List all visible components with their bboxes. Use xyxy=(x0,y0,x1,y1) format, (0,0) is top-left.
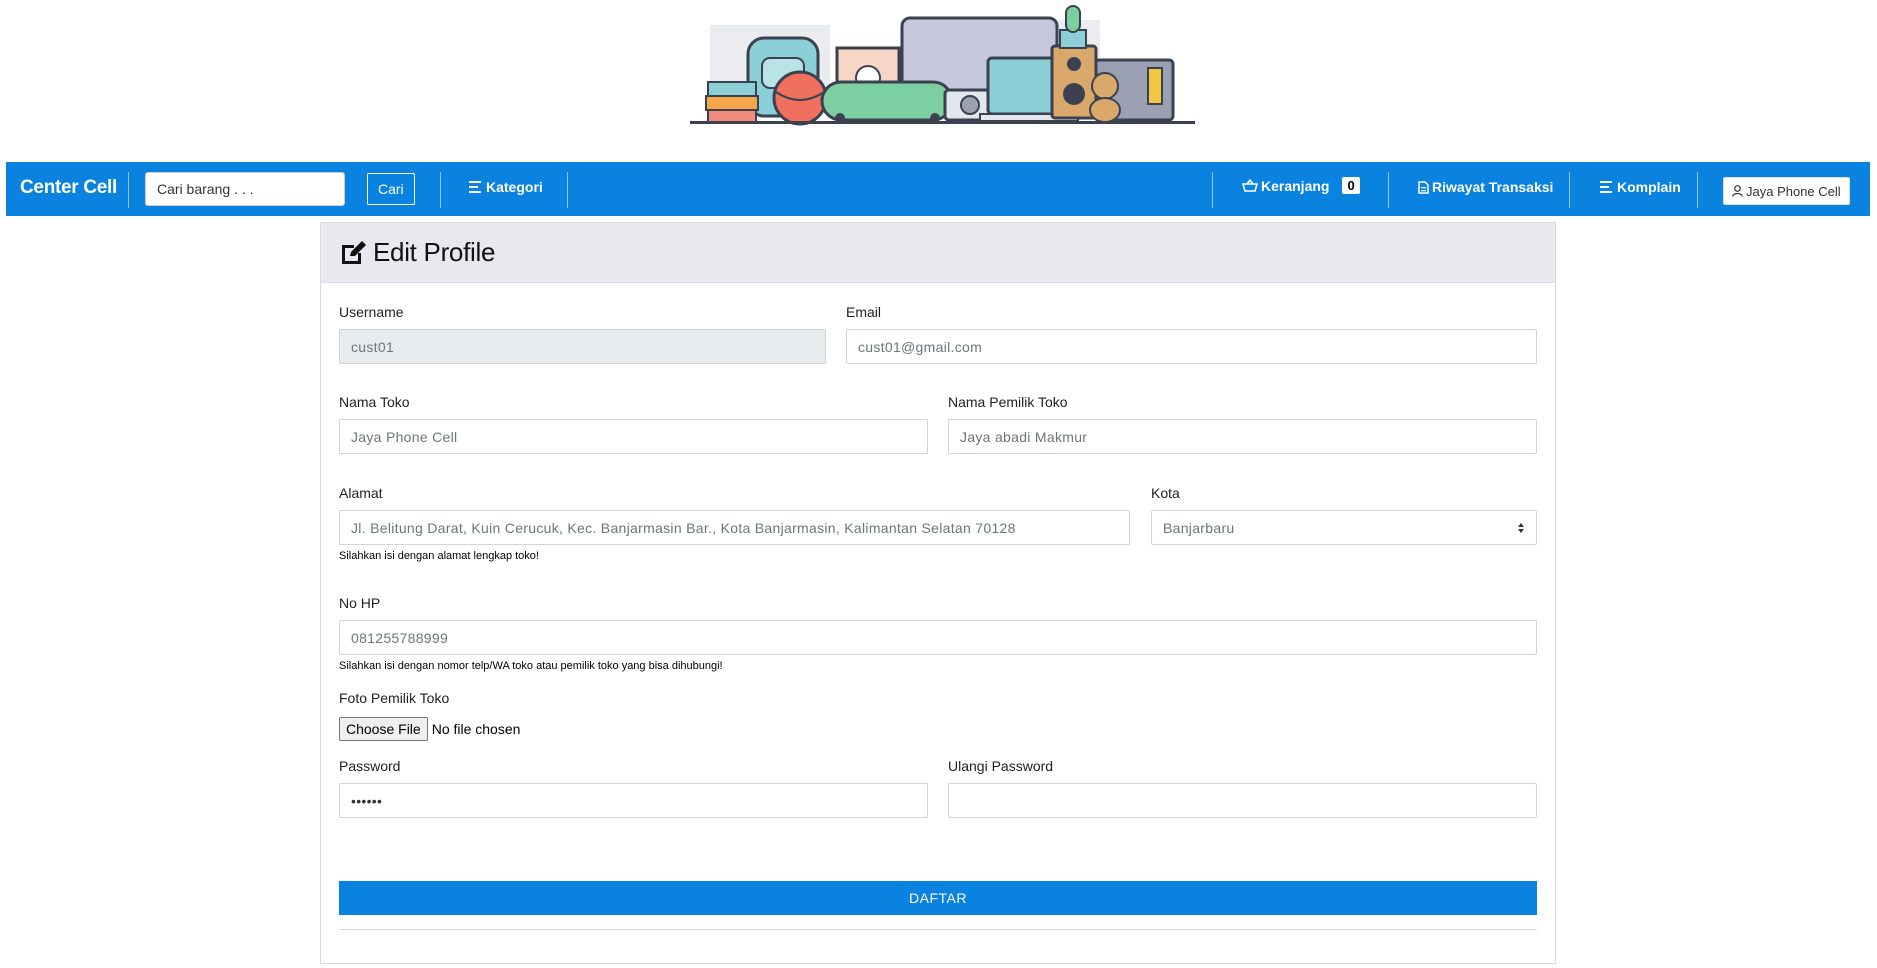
foto-label: Foto Pemilik Toko xyxy=(339,690,450,706)
search-input[interactable] xyxy=(145,172,345,206)
kota-selected-value: Banjarbaru xyxy=(1163,519,1235,536)
nav-divider xyxy=(567,172,568,208)
nav-riwayat-transaksi[interactable]: Riwayat Transaksi xyxy=(1418,179,1553,195)
kota-select[interactable]: Banjarbaru xyxy=(1151,510,1537,545)
nav-komplain-label: Komplain xyxy=(1617,179,1681,195)
email-label: Email xyxy=(846,304,882,320)
list-icon xyxy=(1600,181,1612,193)
user-icon xyxy=(1732,185,1743,197)
receipt-icon xyxy=(1418,180,1429,194)
username-label: Username xyxy=(339,304,404,320)
alamat-field[interactable]: Jl. Belitung Darat, Kuin Cerucuk, Kec. B… xyxy=(339,510,1130,545)
user-menu-button[interactable]: Jaya Phone Cell xyxy=(1723,177,1850,205)
nama-pemilik-label: Nama Pemilik Toko xyxy=(948,394,1068,410)
alamat-label: Alamat xyxy=(339,485,383,501)
choose-file-button[interactable]: Choose File xyxy=(339,717,428,741)
nav-divider xyxy=(1212,172,1213,208)
nav-keranjang[interactable]: Keranjang 0 xyxy=(1242,177,1360,194)
alamat-help: Silahkan isi dengan alamat lengkap toko! xyxy=(339,550,539,562)
foto-file-input[interactable]: Choose File No file chosen xyxy=(339,717,520,741)
basket-icon xyxy=(1242,179,1258,192)
nav-divider xyxy=(1569,172,1570,208)
nama-toko-label: Nama Toko xyxy=(339,394,410,410)
edit-icon xyxy=(342,240,366,264)
ulangi-password-field[interactable] xyxy=(948,783,1537,818)
banner-illustration xyxy=(690,5,1195,126)
card-header: Edit Profile xyxy=(321,223,1555,283)
page-title: Edit Profile xyxy=(373,237,496,267)
nama-pemilik-field[interactable]: Jaya abadi Makmur xyxy=(948,419,1537,454)
daftar-button[interactable]: DAFTAR xyxy=(339,881,1537,915)
file-status: No file chosen xyxy=(431,721,521,737)
nama-toko-field[interactable]: Jaya Phone Cell xyxy=(339,419,928,454)
edit-profile-card: Edit Profile Username cust01 Email cust0… xyxy=(320,222,1556,964)
ulangi-password-label: Ulangi Password xyxy=(948,758,1054,774)
no-hp-help: Silahkan isi dengan nomor telp/WA toko a… xyxy=(339,660,723,672)
email-field[interactable]: cust01@gmail.com xyxy=(846,329,1537,364)
chevron-updown-icon xyxy=(1518,522,1524,533)
brand-logo[interactable]: Center Cell xyxy=(20,177,117,199)
nav-divider xyxy=(128,172,129,208)
password-field[interactable]: •••••• xyxy=(339,783,928,818)
nav-divider xyxy=(1388,172,1389,208)
nav-keranjang-label: Keranjang xyxy=(1261,177,1330,194)
nav-kategori[interactable]: Kategori xyxy=(469,179,543,195)
nav-divider xyxy=(440,172,441,208)
kota-label: Kota xyxy=(1151,485,1180,501)
search-button[interactable]: Cari xyxy=(367,173,415,205)
nav-kategori-label: Kategori xyxy=(486,179,543,195)
nav-komplain[interactable]: Komplain xyxy=(1600,179,1681,195)
nav-divider xyxy=(1697,172,1698,208)
no-hp-field[interactable]: 081255788999 xyxy=(339,620,1537,655)
username-field[interactable]: cust01 xyxy=(339,329,826,364)
user-name: Jaya Phone Cell xyxy=(1746,183,1841,199)
divider xyxy=(339,929,1537,930)
no-hp-label: No HP xyxy=(339,595,381,611)
top-navbar: Center Cell Cari Kategori Keranjang 0 Ri… xyxy=(6,162,1870,216)
list-icon xyxy=(469,181,481,193)
cart-count-badge: 0 xyxy=(1342,177,1360,194)
password-label: Password xyxy=(339,758,401,774)
nav-riwayat-label: Riwayat Transaksi xyxy=(1432,179,1554,195)
